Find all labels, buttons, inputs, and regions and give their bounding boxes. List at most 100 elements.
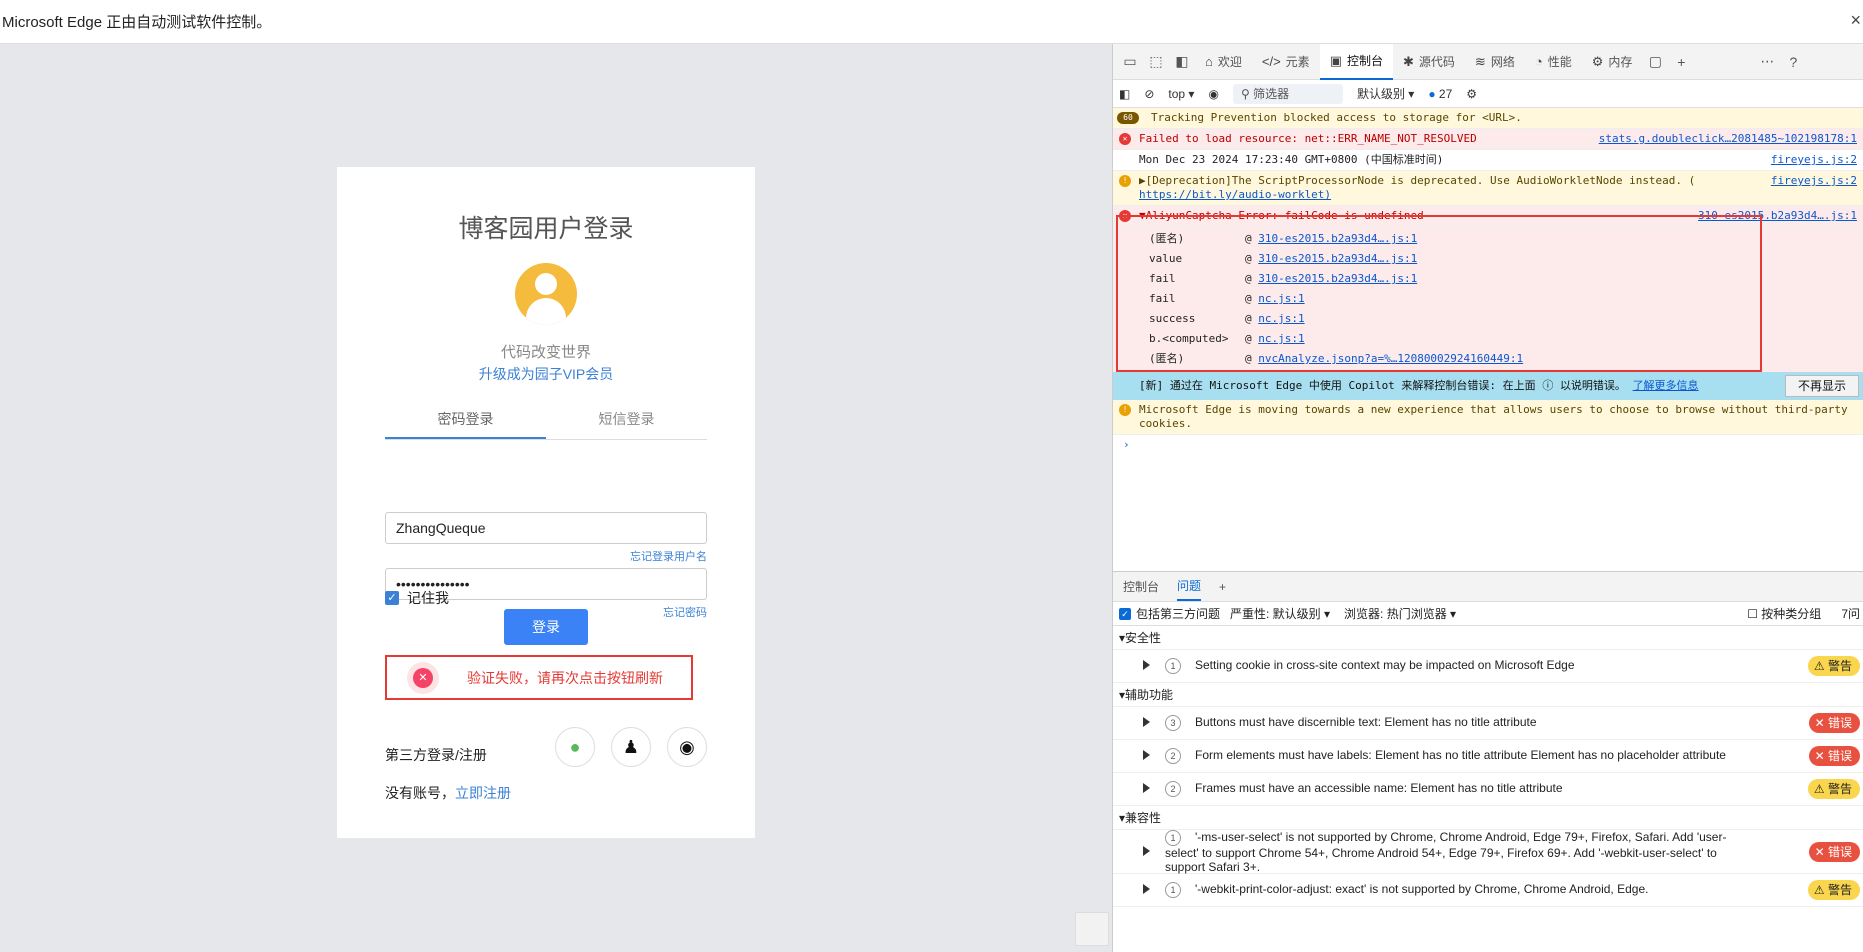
issues-toolbar: ✓ 包括第三方问题 严重性: 默认级别 ▾ 浏览器: 热门浏览器 ▾ ☐ 按种类…: [1113, 602, 1863, 626]
console-prompt[interactable]: ›: [1113, 435, 1863, 455]
expand-icon[interactable]: [1143, 845, 1150, 856]
source-link[interactable]: fireyejs.js:2: [1771, 174, 1857, 188]
severity-select[interactable]: 严重性: 默认级别 ▾: [1230, 605, 1330, 622]
tab-performance[interactable]: ◔ 性能: [1525, 44, 1582, 80]
learn-more-link[interactable]: 了解更多信息: [1633, 379, 1699, 392]
device-icon[interactable]: ▭: [1117, 53, 1143, 70]
stack-frame: value @ 310-es2015.b2a93d4….js:1: [1149, 252, 1418, 265]
code-icon: </>: [1261, 53, 1281, 69]
warning-badge: ⚠ 警告: [1807, 656, 1860, 676]
issue-category[interactable]: ▾安全性: [1113, 626, 1863, 650]
checkbox-icon[interactable]: ✓: [1119, 607, 1131, 620]
stack-frame: fail @ nc.js:1: [1149, 292, 1305, 305]
avatar: [515, 263, 577, 325]
browser-select[interactable]: 浏览器: 热门浏览器 ▾: [1344, 605, 1456, 622]
more-icon[interactable]: ⋯: [1754, 53, 1780, 70]
expand-icon[interactable]: [1143, 750, 1150, 760]
issue-category[interactable]: ▾兼容性: [1113, 806, 1863, 830]
panel-icon[interactable]: ▢: [1642, 53, 1668, 70]
console-message[interactable]: ✕ Failed to load resource: net::ERR_NAME…: [1113, 129, 1863, 150]
level-select[interactable]: 默认级别 ▾: [1357, 85, 1414, 102]
login-button[interactable]: 登录: [504, 609, 588, 645]
drawer-tab-issues[interactable]: 问题: [1177, 573, 1202, 601]
tab-sources[interactable]: ✱ 源代码: [1393, 44, 1465, 80]
dock-icon[interactable]: ◧: [1169, 53, 1195, 70]
help-icon[interactable]: ?: [1780, 54, 1806, 70]
stack-trace: (匿名) @ 310-es2015.b2a93d4….js:1 value @ 31…: [1113, 227, 1863, 372]
count-badge: 60: [1117, 112, 1139, 124]
checkbox-icon[interactable]: ✓: [385, 591, 399, 605]
username-input[interactable]: ZhangQueque: [385, 512, 707, 544]
copilot-banner: [新] 通过在 Microsoft Edge 中使用 Copilot 来解释控制…: [1113, 372, 1863, 400]
message-count[interactable]: ● 27: [1428, 87, 1452, 101]
issue-row[interactable]: 2 Frames must have an accessible name: El…: [1113, 773, 1863, 806]
issue-category[interactable]: ▾辅助功能: [1113, 683, 1863, 707]
issue-row[interactable]: 2 Form elements must have labels: Element…: [1113, 740, 1863, 773]
console-message[interactable]: ! ▶[Deprecation]The ScriptProcessorNode …: [1113, 171, 1863, 206]
devtools-panel: ▭ ⬚ ◧ ⌂ 欢迎 </> 元素 ▣ 控制台 ✱ 源代码 ≋ 网络 ◔ 性能 ⚙ 内存 ▢ …: [1112, 43, 1863, 952]
home-icon: ⌂: [1205, 53, 1213, 69]
login-tabs: 密码登录 短信登录: [385, 404, 707, 440]
expand-icon[interactable]: [1143, 884, 1150, 894]
deprecation-link[interactable]: https://bit.ly/audio-worklet): [1139, 188, 1859, 202]
bug-icon: ✱: [1403, 53, 1414, 69]
wechat-icon[interactable]: ●: [555, 727, 595, 767]
remember-me[interactable]: ✓ 记住我: [385, 588, 449, 608]
source-link[interactable]: 310-es2015.b2a93d4….js:1: [1698, 209, 1857, 223]
tab-memory[interactable]: ⚙ 内存: [1582, 44, 1643, 80]
tab-elements[interactable]: </> 元素: [1252, 44, 1320, 80]
github-icon[interactable]: ◉: [667, 727, 707, 767]
plus-icon[interactable]: +: [1219, 580, 1226, 594]
tab-network[interactable]: ≋ 网络: [1465, 44, 1525, 80]
warning-icon: !: [1119, 404, 1131, 416]
issue-row[interactable]: 1 '-ms-user-select' is not supported by C…: [1113, 829, 1863, 874]
console-message[interactable]: 60 Tracking Prevention blocked access to…: [1113, 108, 1863, 129]
forgot-password-link[interactable]: 忘记密码: [663, 604, 707, 620]
tab-password-login[interactable]: 密码登录: [385, 404, 546, 439]
source-link[interactable]: fireyejs.js:2: [1771, 153, 1857, 167]
recaptcha-badge[interactable]: [1075, 912, 1109, 946]
sidebar-toggle-icon[interactable]: ◧: [1119, 87, 1130, 101]
tab-sms-login[interactable]: 短信登录: [546, 404, 707, 439]
infobar-text: Microsoft Edge 正由自动测试软件控制。: [2, 14, 272, 31]
inspect-icon[interactable]: ⬚: [1143, 53, 1169, 70]
forgot-username-link[interactable]: 忘记登录用户名: [630, 548, 707, 564]
issue-row[interactable]: 1 '-webkit-print-color-adjust: exact' is …: [1113, 874, 1863, 907]
plus-icon[interactable]: +: [1668, 54, 1694, 70]
dismiss-button[interactable]: 不再显示: [1784, 375, 1859, 397]
stack-frame: (匿名) @ nvcAnalyze.jsonp?a=%…1208000292416…: [1149, 352, 1524, 365]
clear-icon[interactable]: ⊘: [1144, 87, 1154, 101]
issue-row[interactable]: 3 Buttons must have discernible text: Ele…: [1113, 707, 1863, 740]
expand-icon[interactable]: [1143, 660, 1150, 670]
vip-link[interactable]: 升级成为园子VIP会员: [337, 364, 755, 384]
context-select[interactable]: top ▾: [1168, 87, 1194, 101]
expand-icon[interactable]: [1143, 783, 1150, 793]
console-message[interactable]: ! Microsoft Edge is moving towards a new…: [1113, 400, 1863, 435]
stack-frame: fail @ 310-es2015.b2a93d4….js:1: [1149, 272, 1418, 285]
source-link[interactable]: stats.g.doubleclick…2081485~102198178:1: [1599, 132, 1857, 146]
console-message[interactable]: Mon Dec 23 2024 17:23:40 GMT+0800 (中国标准时…: [1113, 150, 1863, 171]
issue-row[interactable]: 1 Setting cookie in cross-site context ma…: [1113, 650, 1863, 683]
register-link[interactable]: 立即注册: [455, 785, 511, 801]
settings-icon[interactable]: ⚙: [1466, 87, 1477, 101]
qq-icon[interactable]: ♟: [611, 727, 651, 767]
error-badge: ✕ 错误: [1808, 841, 1860, 862]
chip-icon: ⚙: [1591, 53, 1604, 69]
page-title: 博客园用户登录: [458, 215, 634, 243]
filter-input[interactable]: ⚲ 筛选器: [1232, 83, 1343, 104]
captcha-widget[interactable]: ✕ 验证失败，请再次点击按钮刷新: [385, 655, 693, 700]
close-icon[interactable]: ×: [1850, 10, 1861, 31]
copilot-icon: ⓘ: [1542, 379, 1554, 392]
console-message[interactable]: ✕ ▼AliyunCaptcha Error: failCode is unde…: [1113, 206, 1863, 227]
tab-console[interactable]: ▣ 控制台: [1319, 43, 1393, 80]
group-by-kind[interactable]: ☐ 按种类分组: [1747, 605, 1821, 622]
warning-icon: !: [1119, 175, 1131, 187]
captcha-message: 验证失败，请再次点击按钮刷新: [467, 669, 663, 686]
tab-welcome[interactable]: ⌂ 欢迎: [1195, 44, 1252, 80]
no-account-text: 没有账号，: [385, 785, 455, 801]
expand-icon[interactable]: [1143, 717, 1150, 727]
drawer-tab-console[interactable]: 控制台: [1123, 578, 1159, 595]
eye-icon[interactable]: ◉: [1208, 87, 1218, 101]
login-card: 博客园用户登录 代码改变世界 升级成为园子VIP会员 密码登录 短信登录 Zha…: [337, 167, 755, 838]
drawer-tabbar: 控制台 问题 +: [1113, 572, 1863, 602]
